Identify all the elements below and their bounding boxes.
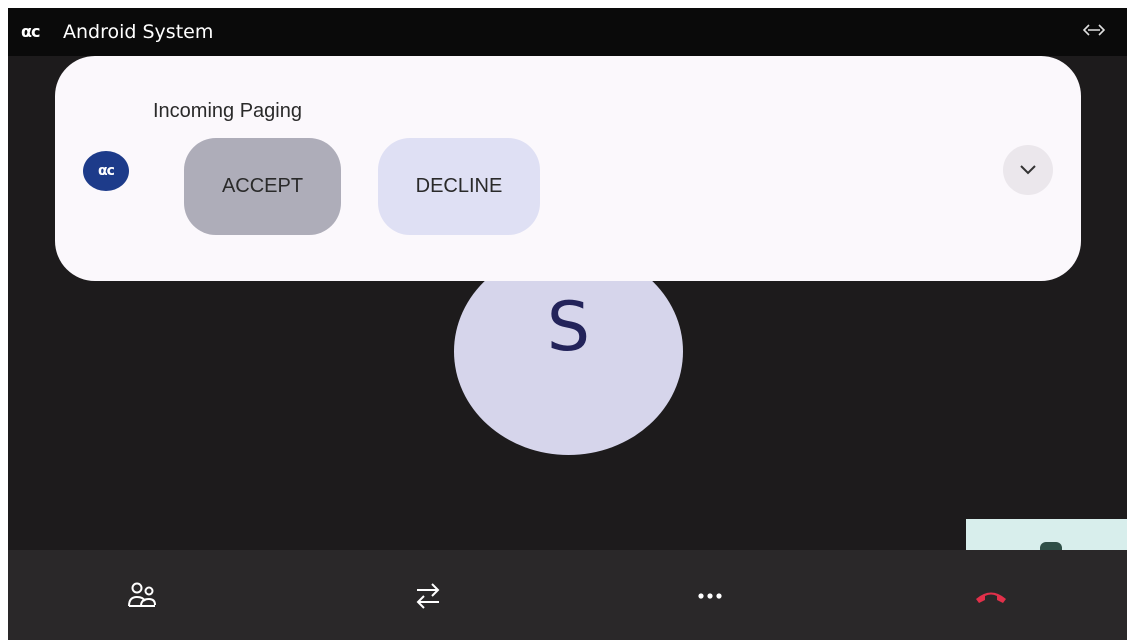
more-icon (698, 593, 722, 599)
call-screen: αc Android System S αc Incoming Paging A… (8, 8, 1127, 640)
status-bar-title: Android System (63, 21, 214, 43)
more-button[interactable] (682, 570, 738, 622)
chevron-down-icon (1020, 165, 1036, 175)
call-toolbar (8, 550, 1127, 640)
accept-button[interactable]: ACCEPT (184, 138, 341, 235)
resize-horizontal-icon[interactable] (1082, 22, 1106, 42)
contacts-icon (128, 582, 156, 607)
contacts-button[interactable] (114, 570, 170, 622)
avatar-initial: S (546, 288, 591, 367)
hang-up-icon (976, 592, 1006, 603)
app-icon: αc (83, 151, 129, 191)
incoming-paging-notification: αc Incoming Paging ACCEPT DECLINE (55, 56, 1081, 281)
transfer-button[interactable] (400, 570, 456, 622)
decline-button[interactable]: DECLINE (378, 138, 540, 235)
status-bar: αc Android System (8, 8, 1127, 56)
notification-title: Incoming Paging (153, 100, 302, 122)
app-logo: αc (21, 22, 41, 41)
expand-button[interactable] (1003, 145, 1053, 195)
transfer-icon (416, 583, 440, 609)
hang-up-button[interactable] (963, 570, 1019, 622)
